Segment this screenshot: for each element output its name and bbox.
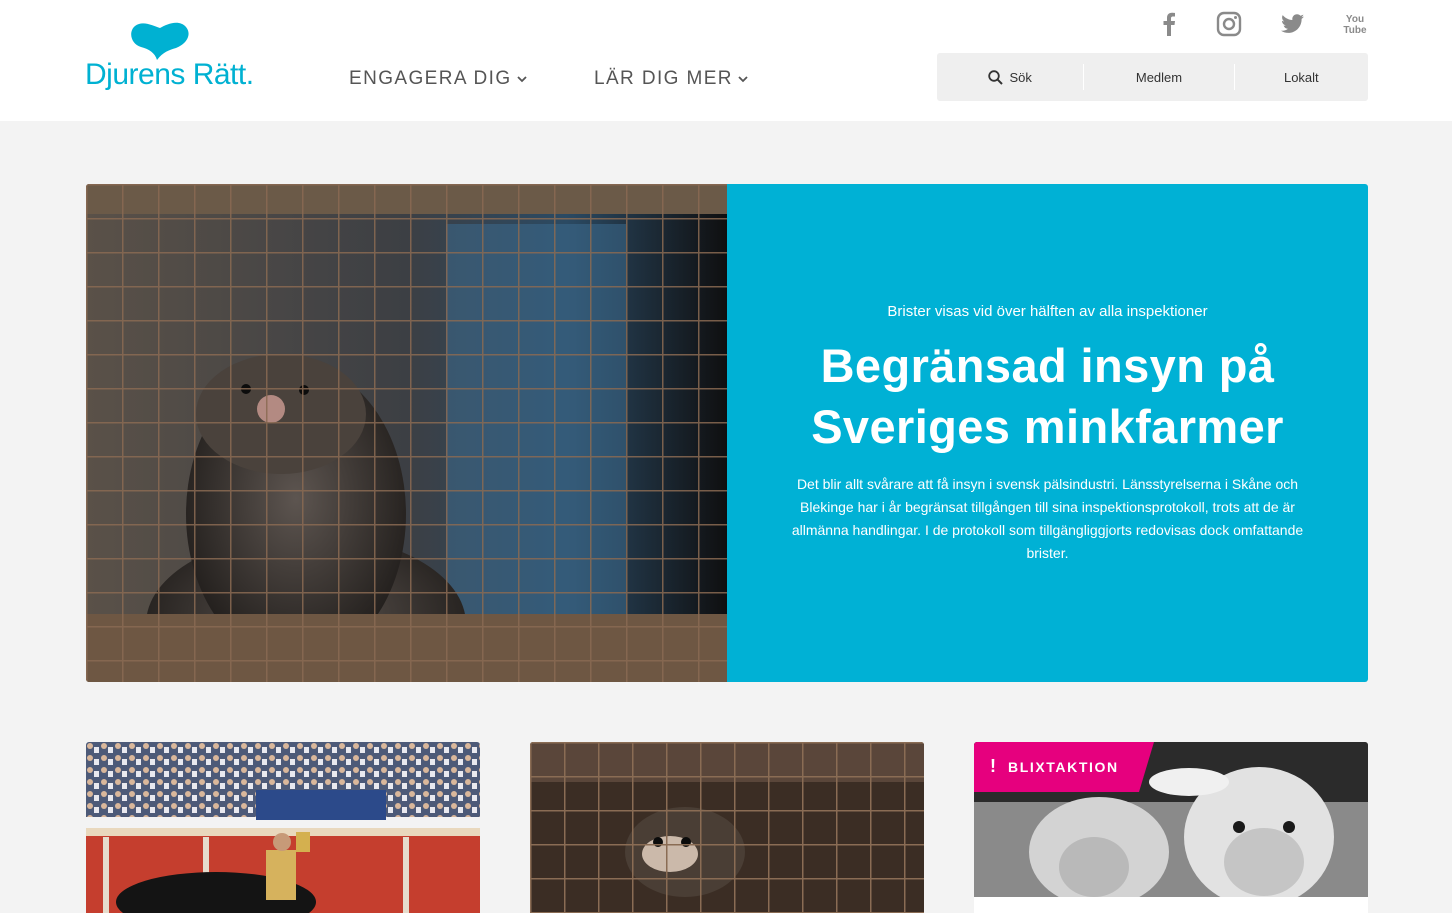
mink-in-cage-photo [86, 184, 727, 682]
hero-title[interactable]: Begränsad insyn på Sveriges minkfarmer [811, 335, 1284, 457]
article-card[interactable] [86, 742, 480, 913]
hero-description: Det blir allt svårare att få insyn i sve… [791, 476, 1304, 561]
blixtaktion-badge: ! BLIXTAKTION [974, 742, 1154, 792]
member-button[interactable]: Medlem [1084, 53, 1233, 101]
chevron-down-icon [738, 76, 748, 83]
article-card[interactable]: ! BLIXTAKTION [974, 742, 1368, 913]
search-icon [988, 69, 1004, 85]
twitter-icon[interactable] [1279, 10, 1307, 38]
svg-text:You: You [1346, 14, 1364, 25]
nav-engagera-dig[interactable]: ENGAGERA DIG [349, 68, 527, 90]
nav-label: LÄR DIG MER [594, 68, 733, 89]
nav-label: ENGAGERA DIG [349, 68, 512, 89]
hero-title-line: Begränsad insyn på [820, 339, 1275, 392]
brand-name: Djurens Rätt. [85, 58, 254, 91]
youtube-icon[interactable]: You Tube [1341, 10, 1369, 38]
hero-feature[interactable]: Brister visas vid över hälften av alla i… [86, 184, 1368, 682]
nav-lar-dig-mer[interactable]: LÄR DIG MER [594, 68, 748, 90]
facebook-icon[interactable] [1155, 10, 1183, 38]
badge-label: BLIXTAKTION [1008, 759, 1119, 775]
site-header: Djurens Rätt. ENGAGERA DIG LÄR DIG MER Y… [0, 0, 1452, 121]
local-button[interactable]: Lokalt [1235, 53, 1368, 101]
chevron-down-icon [516, 76, 527, 83]
article-card[interactable] [530, 742, 924, 913]
logo[interactable]: Djurens Rätt. [85, 22, 265, 98]
search-label: Sök [1009, 69, 1032, 85]
bullfight-photo [86, 742, 480, 913]
hero-image [86, 184, 727, 682]
hero-title-line: Sveriges minkfarmer [811, 400, 1284, 453]
hero-text-panel: Brister visas vid över hälften av alla i… [727, 184, 1368, 682]
heart-logo-icon [131, 22, 189, 60]
exclamation-icon: ! [990, 756, 996, 776]
utility-bar: Sök Medlem Lokalt [937, 53, 1368, 101]
mink-cage-photo [530, 742, 924, 913]
instagram-icon[interactable] [1215, 10, 1243, 38]
search-button[interactable]: Sök [937, 53, 1083, 101]
svg-text:Tube: Tube [1343, 25, 1367, 36]
hero-kicker: Brister visas vid över hälften av alla i… [887, 303, 1208, 320]
